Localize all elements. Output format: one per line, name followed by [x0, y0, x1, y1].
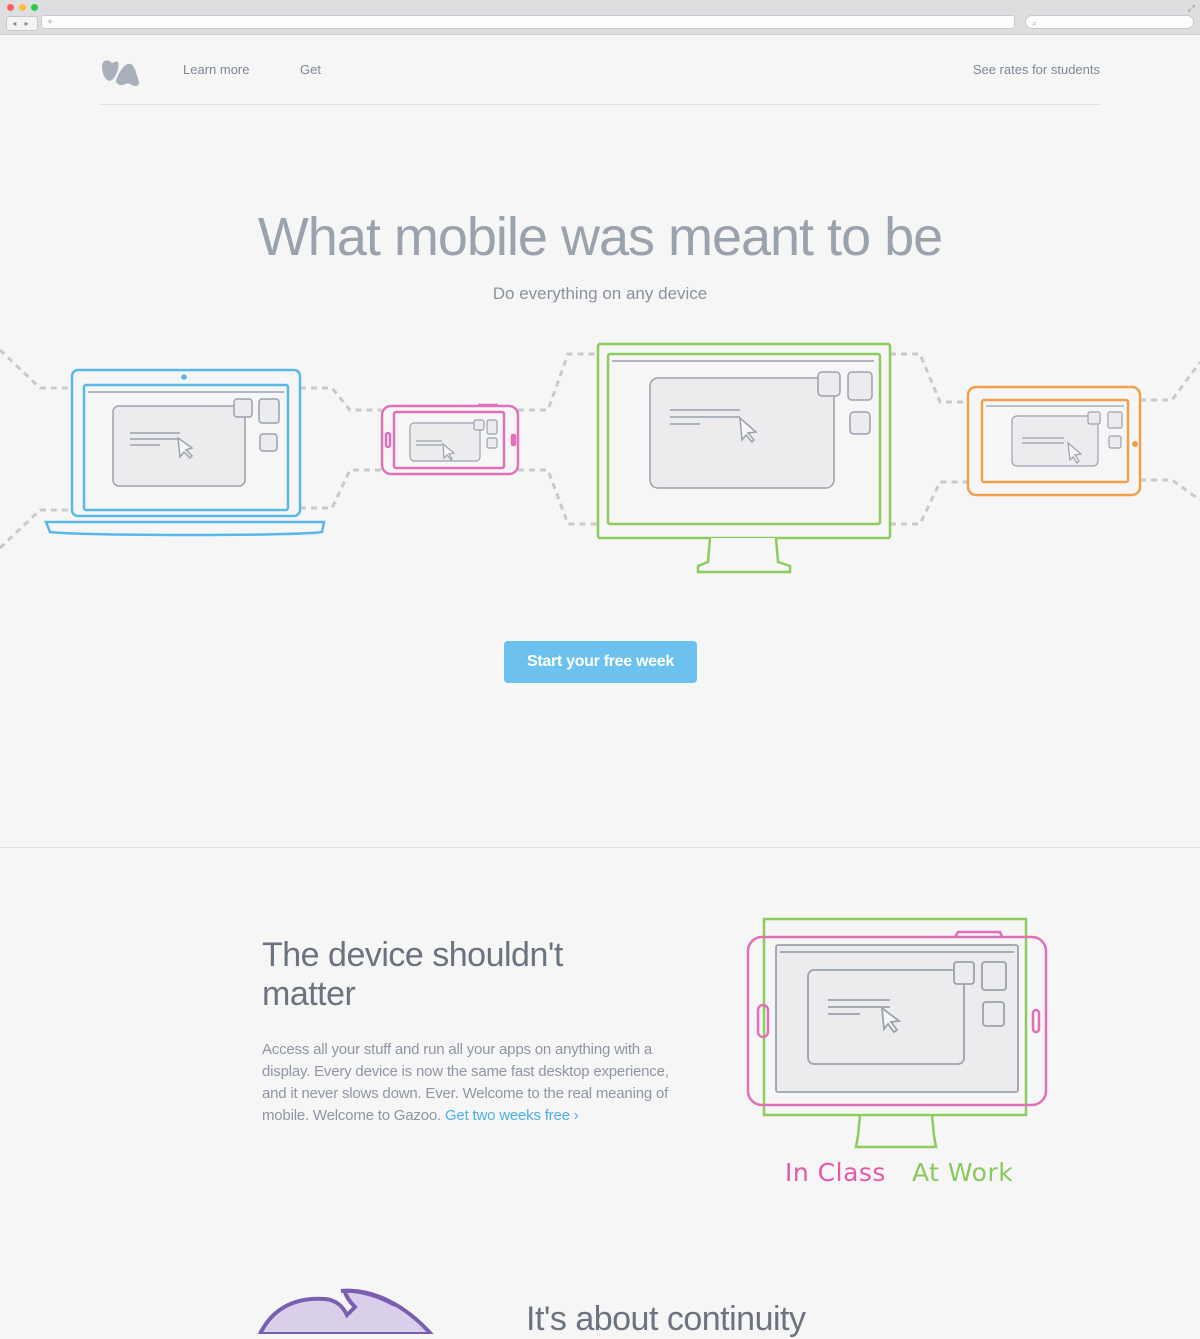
nav-learn-more[interactable]: Learn more	[183, 62, 249, 77]
feature-title: The device shouldn't matter	[262, 936, 563, 1013]
back-forward-buttons[interactable]: ◂ ▸	[6, 16, 38, 31]
url-bar[interactable]: +	[41, 15, 1015, 29]
browser-chrome: ◂ ▸ + ⌕ ⤢	[0, 0, 1200, 35]
hero-subtitle: Do everything on any device	[492, 284, 708, 303]
minimize-dot[interactable]	[19, 4, 26, 11]
logo-icon[interactable]	[100, 56, 140, 88]
device-illustration	[0, 342, 1200, 574]
nav-student-rates[interactable]: See rates for students	[973, 62, 1100, 77]
new-tab-icon: +	[47, 17, 53, 28]
label-at-work: At Work	[912, 1158, 1014, 1187]
feature-text: Access all your stuff and run all your a…	[262, 1039, 672, 1127]
continuity-illustration	[257, 1288, 434, 1334]
top-navigation: Learn more Get See rates for students	[100, 50, 1100, 105]
nav-get[interactable]: Get	[300, 62, 321, 77]
start-free-week-button[interactable]: Start your free week	[504, 641, 697, 683]
close-dot[interactable]	[7, 4, 14, 11]
resize-icon[interactable]: ⤢	[1188, 3, 1195, 14]
zoom-dot[interactable]	[31, 4, 38, 11]
hero-title: What mobile was meant to be	[257, 207, 943, 267]
section-divider	[0, 847, 1200, 848]
continuity-title: It's about continuity	[526, 1300, 806, 1338]
two-weeks-free-link[interactable]: Get two weeks free ›	[445, 1107, 579, 1124]
browser-search[interactable]: ⌕	[1025, 15, 1194, 29]
label-in-class: In Class	[785, 1158, 886, 1187]
search-icon: ⌕	[1032, 18, 1038, 28]
